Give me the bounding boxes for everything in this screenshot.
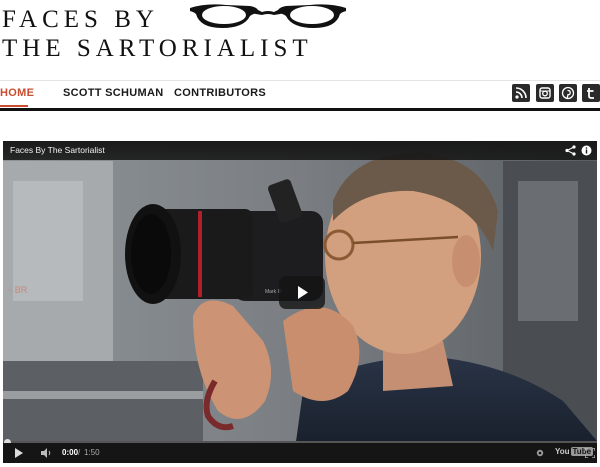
nav-item-home[interactable]: HOME [0, 87, 34, 99]
control-bar: 0:00 / 1:50 You Tube [3, 443, 597, 463]
info-icon[interactable] [581, 145, 592, 156]
svg-text:~ BR: ~ BR [7, 285, 28, 295]
video-title[interactable]: Faces By The Sartorialist [10, 145, 105, 155]
play-icon [298, 286, 308, 299]
nav-item-contributors[interactable]: CONTRIBUTORS [174, 87, 266, 99]
site-logo[interactable]: FACES BY THE SARTORIALIST [0, 0, 600, 78]
time-total: 1:50 [84, 448, 100, 457]
pinterest-icon[interactable] [559, 84, 577, 102]
glasses-icon [190, 4, 346, 28]
logo-line-2: THE SARTORIALIST [2, 35, 313, 62]
rss-icon[interactable] [512, 84, 530, 102]
settings-gear-icon[interactable] [535, 448, 545, 458]
fullscreen-icon[interactable] [585, 448, 595, 458]
share-icon[interactable] [565, 145, 576, 156]
video-title-bar: Faces By The Sartorialist [3, 141, 597, 160]
twitter-icon[interactable] [582, 84, 600, 102]
play-icon[interactable] [14, 448, 24, 458]
instagram-icon[interactable] [536, 84, 554, 102]
time-separator: / [78, 448, 81, 457]
logo-line-1: FACES BY [2, 6, 159, 33]
main-nav: HOME SCOTT SCHUMAN CONTRIBUTORS [0, 81, 600, 108]
play-button-large[interactable] [279, 276, 325, 309]
active-indicator [0, 105, 28, 107]
nav-item-scott-schuman[interactable]: SCOTT SCHUMAN [63, 87, 163, 99]
volume-icon[interactable] [41, 448, 52, 458]
video-player[interactable]: ~ BR Mark III Faces By The Sartorialist [3, 141, 597, 463]
nav-divider-bottom [0, 108, 600, 111]
youtube-logo-you: You [555, 447, 570, 456]
time-current: 0:00 [62, 448, 79, 457]
